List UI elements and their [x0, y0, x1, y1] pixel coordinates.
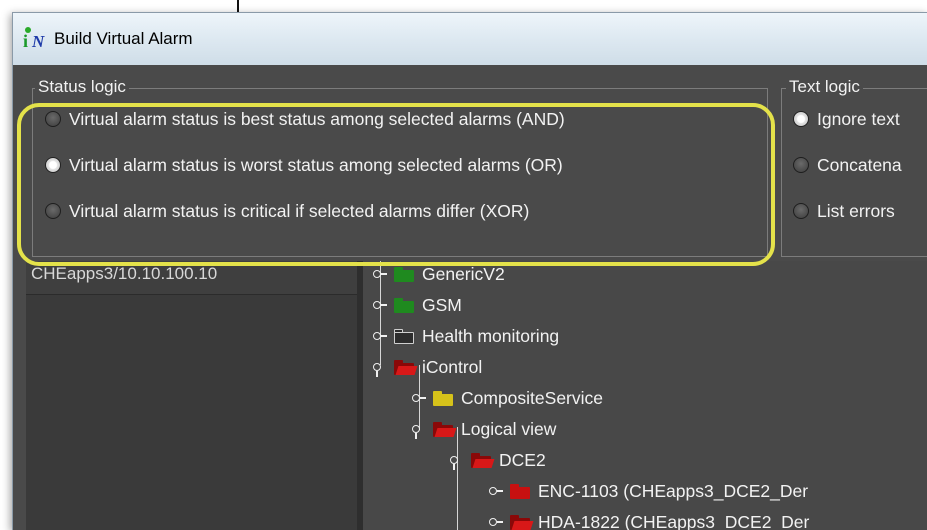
tree-node-label: Health monitoring [422, 326, 559, 347]
text-option-label: Ignore text [817, 109, 900, 130]
tree-node-label: CompositeService [461, 388, 603, 409]
status-option-label: Virtual alarm status is critical if sele… [69, 201, 529, 222]
source-list[interactable] [26, 294, 357, 530]
source-path: CHEapps3/10.10.100.10 [31, 264, 217, 284]
app-logo-icon: iN [22, 27, 46, 51]
tree-node-hda-1822[interactable]: HDA-1822 (CHEapps3_DCE2_Der [488, 509, 809, 530]
text-option-label: List errors [817, 201, 895, 222]
expand-handle-icon[interactable] [488, 515, 504, 529]
tree-node-health-monitoring[interactable]: Health monitoring [372, 323, 559, 349]
text-option-label: Concatena [817, 155, 902, 176]
build-virtual-alarm-window: iN Build Virtual Alarm Status logic Virt… [12, 12, 927, 530]
status-logic-legend: Status logic [35, 77, 129, 97]
folder-icon [393, 328, 415, 344]
tree-node-label: ENC-1103 (CHEapps3_DCE2_Der [538, 481, 808, 502]
collapse-handle-icon[interactable] [411, 422, 427, 436]
folder-open-icon [432, 421, 454, 437]
text-option-ignore[interactable]: Ignore text [793, 107, 900, 131]
text-option-concatenate[interactable]: Concatena [793, 153, 902, 177]
tree-node-enc-1103[interactable]: ENC-1103 (CHEapps3_DCE2_Der [488, 478, 808, 504]
tree-node-label: GenericV2 [422, 264, 505, 285]
collapse-handle-icon[interactable] [372, 360, 388, 374]
tree-node-compositeservice[interactable]: CompositeService [411, 385, 603, 411]
status-option-label: Virtual alarm status is worst status amo… [69, 155, 563, 176]
folder-open-icon [470, 452, 492, 468]
text-logic-group: Text logic Ignore text Concatena List er… [781, 88, 927, 257]
tree-connector [457, 427, 458, 530]
title-bar[interactable]: iN Build Virtual Alarm [13, 13, 927, 65]
tree-node-label: Logical view [461, 419, 556, 440]
status-option-or[interactable]: Virtual alarm status is worst status amo… [45, 153, 563, 177]
status-logic-group: Status logic Virtual alarm status is bes… [32, 88, 768, 257]
tree-node-dce2[interactable]: DCE2 [449, 447, 546, 473]
window-title: Build Virtual Alarm [54, 29, 193, 49]
tree-node-label: GSM [422, 295, 462, 316]
radio-button-selected[interactable] [45, 157, 61, 173]
tree-node-genericv2[interactable]: GenericV2 [372, 261, 505, 287]
status-option-and[interactable]: Virtual alarm status is best status amon… [45, 107, 565, 131]
tree-node-icontrol[interactable]: iControl [372, 354, 482, 380]
collapse-handle-icon[interactable] [449, 453, 465, 467]
radio-button[interactable] [45, 111, 61, 127]
radio-button[interactable] [793, 203, 809, 219]
folder-icon [393, 297, 415, 313]
expand-handle-icon[interactable] [372, 298, 388, 312]
source-list-pane[interactable]: CHEapps3/10.10.100.10 [26, 261, 357, 530]
radio-button[interactable] [793, 157, 809, 173]
expand-handle-icon[interactable] [411, 391, 427, 405]
tree-node-label: HDA-1822 (CHEapps3_DCE2_Der [538, 512, 809, 530]
dialog-body: Status logic Virtual alarm status is bes… [13, 65, 927, 530]
folder-open-icon [393, 359, 415, 375]
folder-open-icon [509, 514, 531, 530]
tree-node-label: iControl [422, 357, 482, 378]
tree-node-logical-view[interactable]: Logical view [411, 416, 556, 442]
text-option-list-errors[interactable]: List errors [793, 199, 895, 223]
tree-node-gsm[interactable]: GSM [372, 292, 462, 318]
expand-handle-icon[interactable] [372, 329, 388, 343]
tree-node-label: DCE2 [499, 450, 546, 471]
expand-handle-icon[interactable] [488, 484, 504, 498]
alarm-tree-pane[interactable]: GenericV2 GSM Health monitoring iControl [363, 261, 927, 530]
radio-button-selected[interactable] [793, 111, 809, 127]
folder-icon [509, 483, 531, 499]
status-option-label: Virtual alarm status is best status amon… [69, 109, 565, 130]
text-logic-legend: Text logic [786, 77, 863, 97]
status-option-xor[interactable]: Virtual alarm status is critical if sele… [45, 199, 529, 223]
folder-icon [432, 390, 454, 406]
radio-button[interactable] [45, 203, 61, 219]
